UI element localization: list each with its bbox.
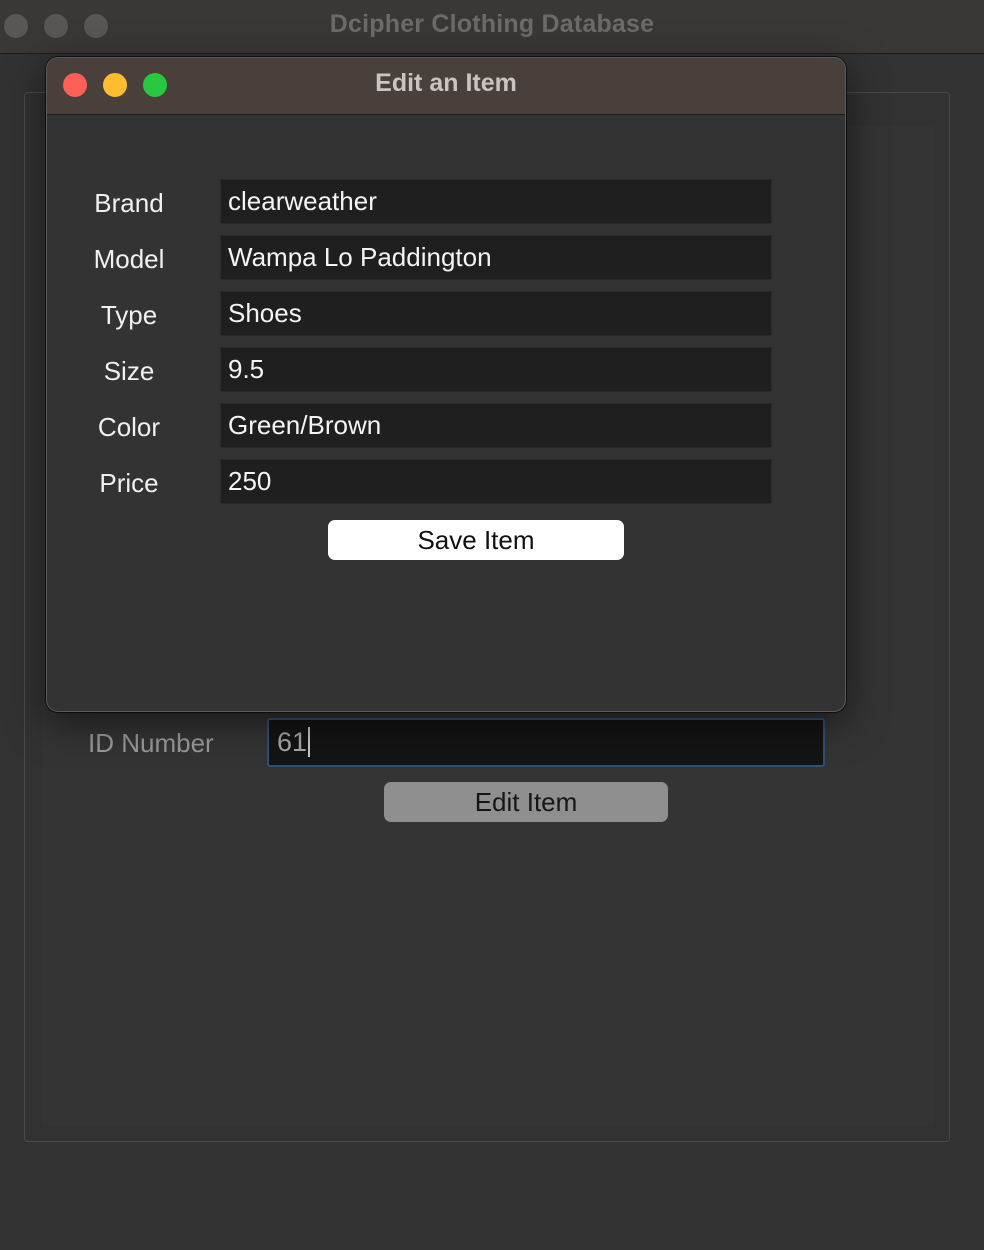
model-label: Model xyxy=(93,244,165,274)
dialog-titlebar[interactable]: Edit an Item xyxy=(47,58,845,115)
model-input[interactable]: Wampa Lo Paddington xyxy=(220,235,772,280)
type-label: Type xyxy=(100,300,158,330)
save-item-button[interactable]: Save Item xyxy=(328,520,624,560)
brand-label: Brand xyxy=(94,188,164,218)
price-input[interactable]: 250 xyxy=(220,459,772,504)
edit-item-dialog: Edit an Item Brand clearweather Model Wa… xyxy=(46,57,846,712)
price-label: Price xyxy=(99,468,159,498)
color-input[interactable]: Green/Brown xyxy=(220,403,772,448)
type-input[interactable]: Shoes xyxy=(220,291,772,336)
text-caret xyxy=(308,726,311,757)
main-titlebar[interactable]: Dcipher Clothing Database xyxy=(0,0,984,54)
brand-input[interactable]: clearweather xyxy=(220,179,772,224)
id-number-value: 61 xyxy=(277,727,308,757)
size-input[interactable]: 9.5 xyxy=(220,347,772,392)
color-label: Color xyxy=(97,412,161,442)
dialog-title: Edit an Item xyxy=(375,69,517,97)
main-window: Dcipher Clothing Database ID Number 61 E… xyxy=(0,0,984,1250)
edit-item-button[interactable]: Edit Item xyxy=(384,782,668,822)
main-window-title: Dcipher Clothing Database xyxy=(329,10,655,38)
id-number-input[interactable]: 61 xyxy=(267,718,825,767)
id-number-label: ID Number xyxy=(88,728,214,758)
size-label: Size xyxy=(103,356,155,386)
